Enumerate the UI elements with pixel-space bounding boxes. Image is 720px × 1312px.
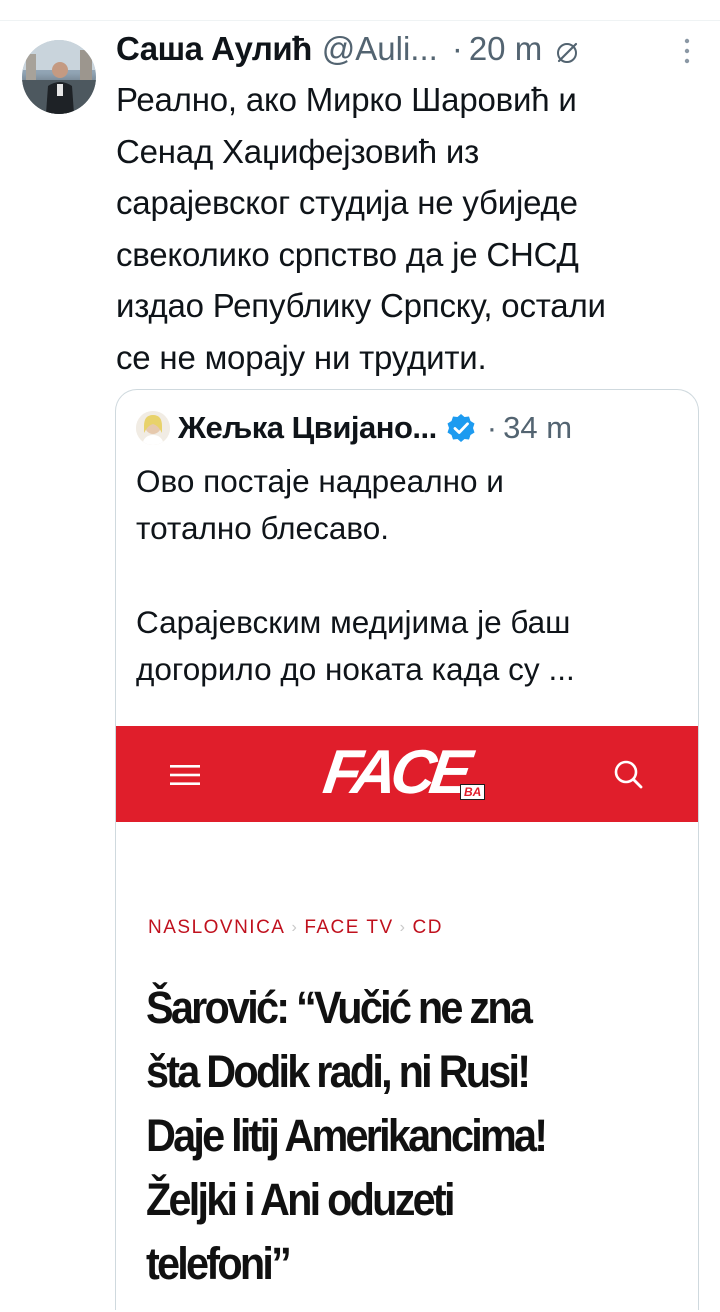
quote-author-avatar bbox=[136, 411, 170, 445]
author-handle[interactable]: @Auli... bbox=[322, 30, 438, 68]
edit-icon bbox=[554, 36, 580, 63]
breadcrumb-separator: › bbox=[399, 919, 407, 936]
quote-header: Жељка Цвијано... · 34 m bbox=[136, 408, 572, 448]
quote-text: Ово постаје надреално и тотално блесаво.… bbox=[136, 463, 575, 687]
verified-badge-icon bbox=[445, 412, 477, 444]
breadcrumb-item-face-tv[interactable]: FACE TV bbox=[304, 917, 393, 939]
face-header-bar: FACE BA bbox=[116, 726, 698, 822]
face-logo[interactable]: FACE BA bbox=[319, 738, 502, 807]
breadcrumb-item-naslovnica[interactable]: NASLOVNICA bbox=[148, 917, 285, 939]
author-avatar[interactable] bbox=[22, 40, 96, 114]
quote-author-name[interactable]: Жељка Цвијано... bbox=[178, 410, 437, 446]
hamburger-menu-icon[interactable] bbox=[170, 764, 200, 786]
tweet-text: Реално, ако Мирко Шаровић и Сенад Хаџифе… bbox=[116, 81, 606, 376]
quote-time[interactable]: 34 m bbox=[503, 410, 572, 446]
breadcrumb-separator: › bbox=[291, 919, 299, 936]
breadcrumb-item-cd[interactable]: CD bbox=[412, 917, 442, 939]
face-logo-text: FACE bbox=[319, 738, 471, 807]
quoted-tweet-card[interactable]: Жељка Цвијано... · 34 m Ово постаје надр… bbox=[115, 389, 699, 1310]
top-divider bbox=[0, 20, 720, 21]
search-icon[interactable] bbox=[610, 756, 646, 792]
author-name[interactable]: Саша Аулић bbox=[116, 30, 312, 68]
quote-separator: · bbox=[486, 410, 498, 445]
tweet-time[interactable]: 20 m bbox=[469, 30, 542, 68]
face-logo-sub: BA bbox=[460, 784, 486, 800]
more-icon[interactable] bbox=[684, 38, 690, 64]
tweet[interactable]: Саша Аулић @Auli... · 20 m Реално, ако М… bbox=[0, 22, 720, 1312]
header-separator: · bbox=[451, 30, 463, 67]
article-breadcrumb: NASLOVNICA › FACE TV › CD bbox=[148, 917, 443, 939]
tweet-header: Саша Аулић @Auli... · 20 m bbox=[116, 26, 706, 72]
article-headline[interactable]: Šarović: “Vučić ne zna šta Dodik radi, n… bbox=[146, 976, 643, 1296]
